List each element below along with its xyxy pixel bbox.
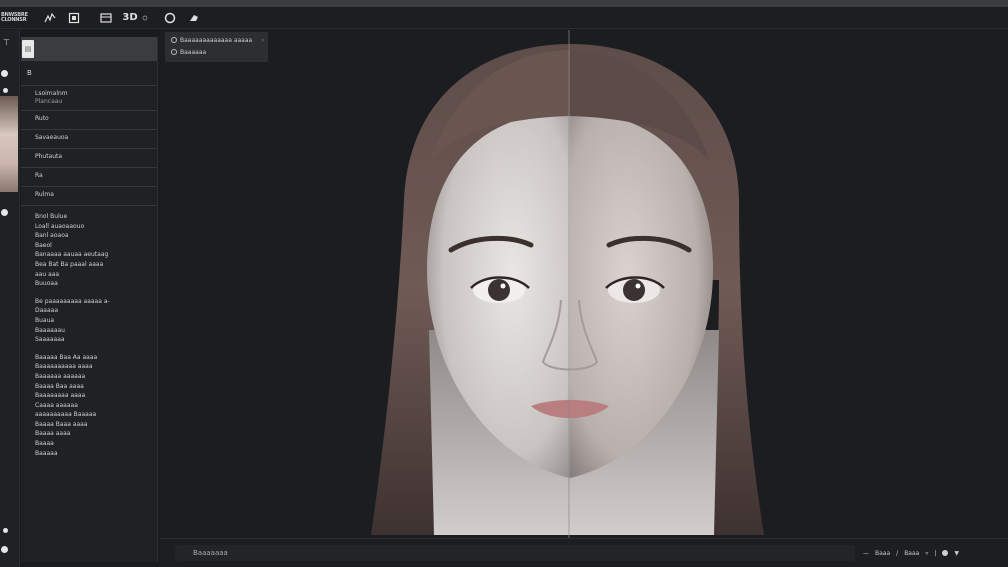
small-circle-icon [142,15,148,20]
text-line: aaaaaaaaaa Baaaaa [35,411,97,419]
prop-label: Savaeauoa [35,134,69,141]
text-line: Be paaaaaaaaa aaaaa a- [35,297,143,307]
text-line: Baaaa aaaa [35,430,71,438]
panel-icon [100,12,112,23]
app-logo: BNWSBRE CLONNSR [1,10,35,26]
text-line: Baaaaaaaaaa aaaa [35,363,93,371]
text-line: aau aaa [35,270,60,278]
popup-label-1: Baaaaaaaaaaaaa aaaaa [180,37,253,44]
gear-icon [190,14,198,21]
properties-panel: ▤ B Lsoimalnm Plancaau Ruto Savaeauoa Ph… [21,37,158,562]
triangle-icon[interactable]: ▼ [954,550,959,557]
text-line: Baaaa Baaa aaaa [35,420,88,428]
description-block-2: Be paaaaaaaaa aaaaa a- Daaaaa Buaua Baaa… [21,289,157,345]
brush-icon [44,12,56,22]
divider-icon[interactable]: | [934,550,936,557]
prop-label: Lsoimalnm [35,90,68,97]
prop-label: Ruto [35,115,49,122]
status-field[interactable]: Baaaaaaa [175,545,855,561]
prop-row[interactable]: Savaeauoa [21,129,157,148]
bottom-ctrl-2[interactable]: Baaa [904,550,919,557]
rail-dot-2[interactable] [3,88,8,93]
prop-row[interactable]: Rulma [21,186,157,205]
text-line: Baaaa Baa aaaa [35,382,84,390]
text-line: Baaaaaa aaaaaa [35,372,86,380]
text-line: Caaaa aaaaaa [35,401,78,409]
bottom-controls: — Baaa / Baaa ▿ | ▼ [863,550,959,557]
dropdown-icon[interactable]: ▿ [925,550,928,557]
render-button[interactable] [161,10,179,26]
portrait-thumbnail[interactable] [0,96,18,192]
popup-line-2[interactable]: Baaaaaa [171,47,262,59]
text-line: Saaaaaaa [35,336,65,344]
popup-label-2: Baaaaaa [180,49,207,56]
panel-search-bar[interactable]: ▤ [21,37,157,61]
text-line: Buuoaa [35,280,58,288]
rail-dot-5[interactable] [1,546,8,553]
frame-icon [68,12,80,23]
rail-dot-3[interactable] [1,209,8,216]
rail-glyph[interactable]: ⊤ [3,38,10,47]
3d-view-button[interactable]: 3D [121,10,139,26]
circle-icon [164,12,176,23]
text-line: Buaua [35,316,55,324]
rail-dot-1[interactable] [1,70,8,77]
color-swatch[interactable] [942,550,949,556]
left-rail: ⊤ [0,30,20,567]
bottom-ctrl-1[interactable]: Baaa [875,550,890,557]
prop-label: Phutauta [35,153,63,160]
text-line: Bnol Bulue [35,212,143,222]
logo-line-2: CLONNSR [1,16,27,23]
render-viewport[interactable]: Baaaaaaaaaaaaa aaaaa Baaaaaa › [159,30,1008,538]
prop-sub: Plancaau [35,98,63,105]
small-circle-button[interactable] [141,10,149,26]
text-line: Banl aoaoa [35,232,69,240]
text-line: Banaaaa aauaa aeutaag [35,251,109,259]
layer-popup[interactable]: Baaaaaaaaaaaaa aaaaa Baaaaaa › [165,32,268,62]
settings-button[interactable] [185,10,203,26]
portrait-render [371,30,764,538]
description-block-3: Baaaaa Baa Aa aaaa Baaaaaaaaaa aaaa Baaa… [21,345,157,459]
rail-dot-4[interactable] [3,528,8,533]
text-line: Baaaaaau [35,326,65,334]
prop-row[interactable]: Ruto [21,110,157,129]
description-block-1: Bnol Bulue Loall auaoaaouo Banl aoaoa Ba… [21,205,157,289]
window-title-bar [0,0,1008,7]
prop-label: Rulma [35,191,54,198]
bottom-status-bar: Baaaaaaa — Baaa / Baaa ▿ | ▼ [159,538,1008,567]
main-toolbar: BNWSBRE CLONNSR 3D [0,7,1008,29]
slash-icon[interactable]: / [896,550,898,557]
prop-label: Ra [35,172,43,179]
frame-tool-button[interactable] [65,10,83,26]
3d-icon: 3D [122,12,138,23]
link-icon [171,49,177,55]
panel-header: B [27,69,32,77]
panel-search-input[interactable] [40,44,150,54]
text-line: Baaaa [35,440,54,448]
text-line: Baaaaa Baa Aa aaaa [35,353,98,361]
popup-line-1[interactable]: Baaaaaaaaaaaaa aaaaa [171,35,262,47]
prop-row[interactable]: Ra [21,167,157,186]
prop-row[interactable]: Lsoimalnm Plancaau [21,85,157,110]
text-line: Bea Bat Ba paaal aaaa [35,260,104,268]
panel-toggle-button[interactable] [97,10,115,26]
text-line: Baaaaaaaa aaaa [35,392,86,400]
text-line: Daaaaa [35,307,59,315]
text-line: Loall auaoaaouo [35,222,85,230]
text-line: Baaaaa [35,449,58,457]
document-icon: ▤ [22,40,34,58]
radio-icon [171,37,177,43]
brush-tool-button[interactable] [41,10,59,26]
chevron-icon[interactable]: › [262,35,264,47]
minus-icon[interactable]: — [863,550,869,557]
text-line: Baeol [35,241,52,249]
prop-row[interactable]: Phutauta [21,148,157,167]
